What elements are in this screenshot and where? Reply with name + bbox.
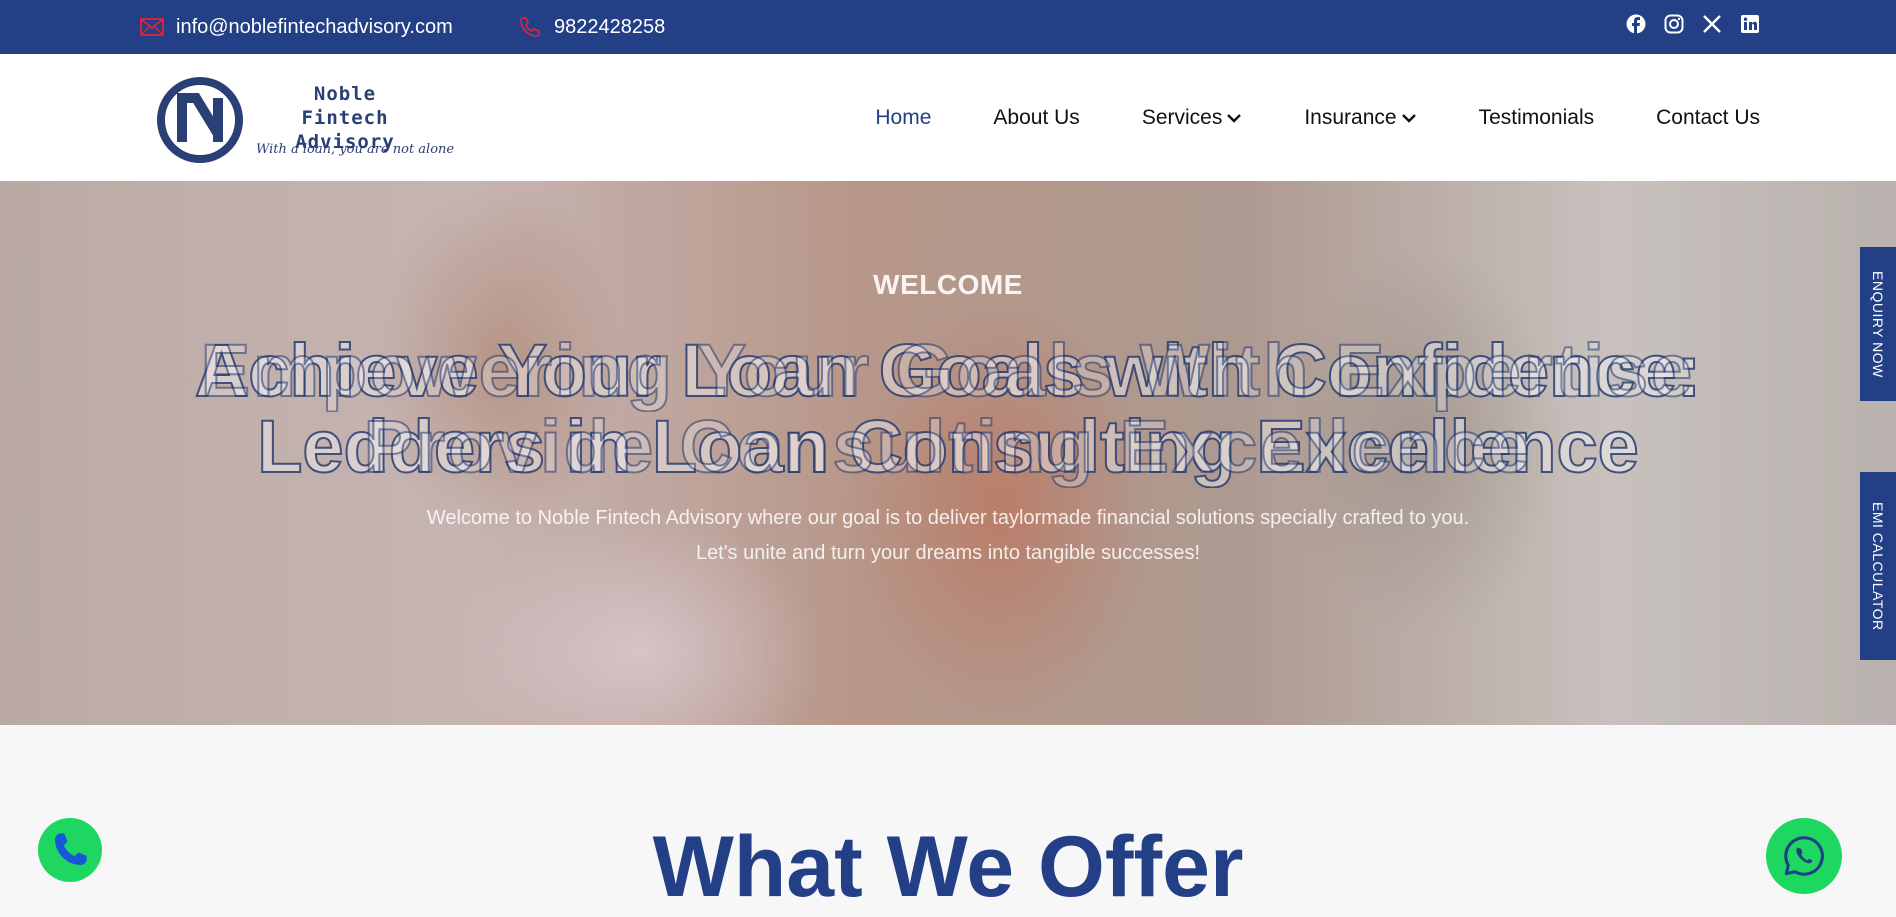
nav-testimonials[interactable]: Testimonials (1479, 106, 1595, 130)
nav-contact-label: Contact Us (1656, 105, 1760, 129)
logo-name-line1: Noble Fintech (301, 83, 389, 129)
call-button[interactable] (38, 818, 102, 882)
main-nav: Home About Us Services Insurance Testimo… (875, 54, 1760, 181)
hero-description-line1: Welcome to Noble Fintech Advisory where … (426, 507, 1470, 529)
hero-headline-slide-b-line1: Empowering Your Goals With Expertise (200, 329, 1696, 412)
mail-icon (140, 18, 164, 36)
nav-insurance[interactable]: Insurance (1304, 106, 1416, 130)
nav-services-label: Services (1141, 105, 1223, 129)
instagram-icon[interactable] (1664, 14, 1684, 34)
nav-about-us[interactable]: About Us (993, 106, 1079, 130)
hero-content: WELCOME Achieve Your Loan Goals with Con… (0, 181, 1896, 725)
main-header: Noble Fintech Advisory With a loan, you … (0, 54, 1896, 181)
email-link[interactable]: info@noblefintechadvisory.com (140, 0, 453, 54)
phone-icon (520, 17, 540, 37)
chevron-down-icon (1401, 113, 1416, 123)
social-links (1626, 14, 1760, 34)
email-text: info@noblefintechadvisory.com (176, 15, 453, 38)
nav-contact-us[interactable]: Contact Us (1656, 106, 1760, 130)
logo-tagline: With a loan, you are not alone (256, 142, 455, 157)
whatsapp-button[interactable] (1766, 818, 1842, 894)
whatsapp-icon (1784, 836, 1824, 876)
facebook-icon[interactable] (1626, 14, 1646, 34)
x-icon[interactable] (1702, 14, 1722, 34)
hero-description: Welcome to Noble Fintech Advisory where … (0, 501, 1896, 571)
linkedin-icon[interactable] (1740, 14, 1760, 34)
what-we-offer-heading: What We Offer (652, 819, 1244, 915)
nav-insurance-label: Insurance (1304, 105, 1397, 129)
nav-home-label: Home (875, 105, 932, 129)
hero-description-line2: Let's unite and turn your dreams into ta… (695, 542, 1201, 564)
hero-headline-slide-b-line2: Provide Consulting Excellence (363, 405, 1533, 488)
site-logo[interactable]: Noble Fintech Advisory With a loan, you … (152, 70, 455, 170)
nav-testimonials-label: Testimonials (1478, 105, 1595, 129)
chevron-down-icon (1227, 113, 1242, 123)
top-contact-bar: info@noblefintechadvisory.com 9822428258 (0, 0, 1896, 54)
nav-about-label: About Us (993, 105, 1080, 129)
emi-calculator-tab[interactable]: EMI CALCULATOR (1860, 472, 1896, 660)
phone-text: 9822428258 (554, 15, 666, 38)
nav-home[interactable]: Home (875, 106, 931, 130)
hero-banner: WELCOME Achieve Your Loan Goals with Con… (0, 181, 1896, 725)
enquiry-now-tab[interactable]: ENQUIRY NOW (1860, 247, 1896, 401)
nav-services[interactable]: Services (1142, 106, 1243, 130)
hero-welcome: WELCOME (873, 269, 1023, 300)
phone-icon (55, 833, 87, 865)
phone-link[interactable]: 9822428258 (518, 0, 665, 54)
logo-emblem-icon (157, 77, 243, 163)
